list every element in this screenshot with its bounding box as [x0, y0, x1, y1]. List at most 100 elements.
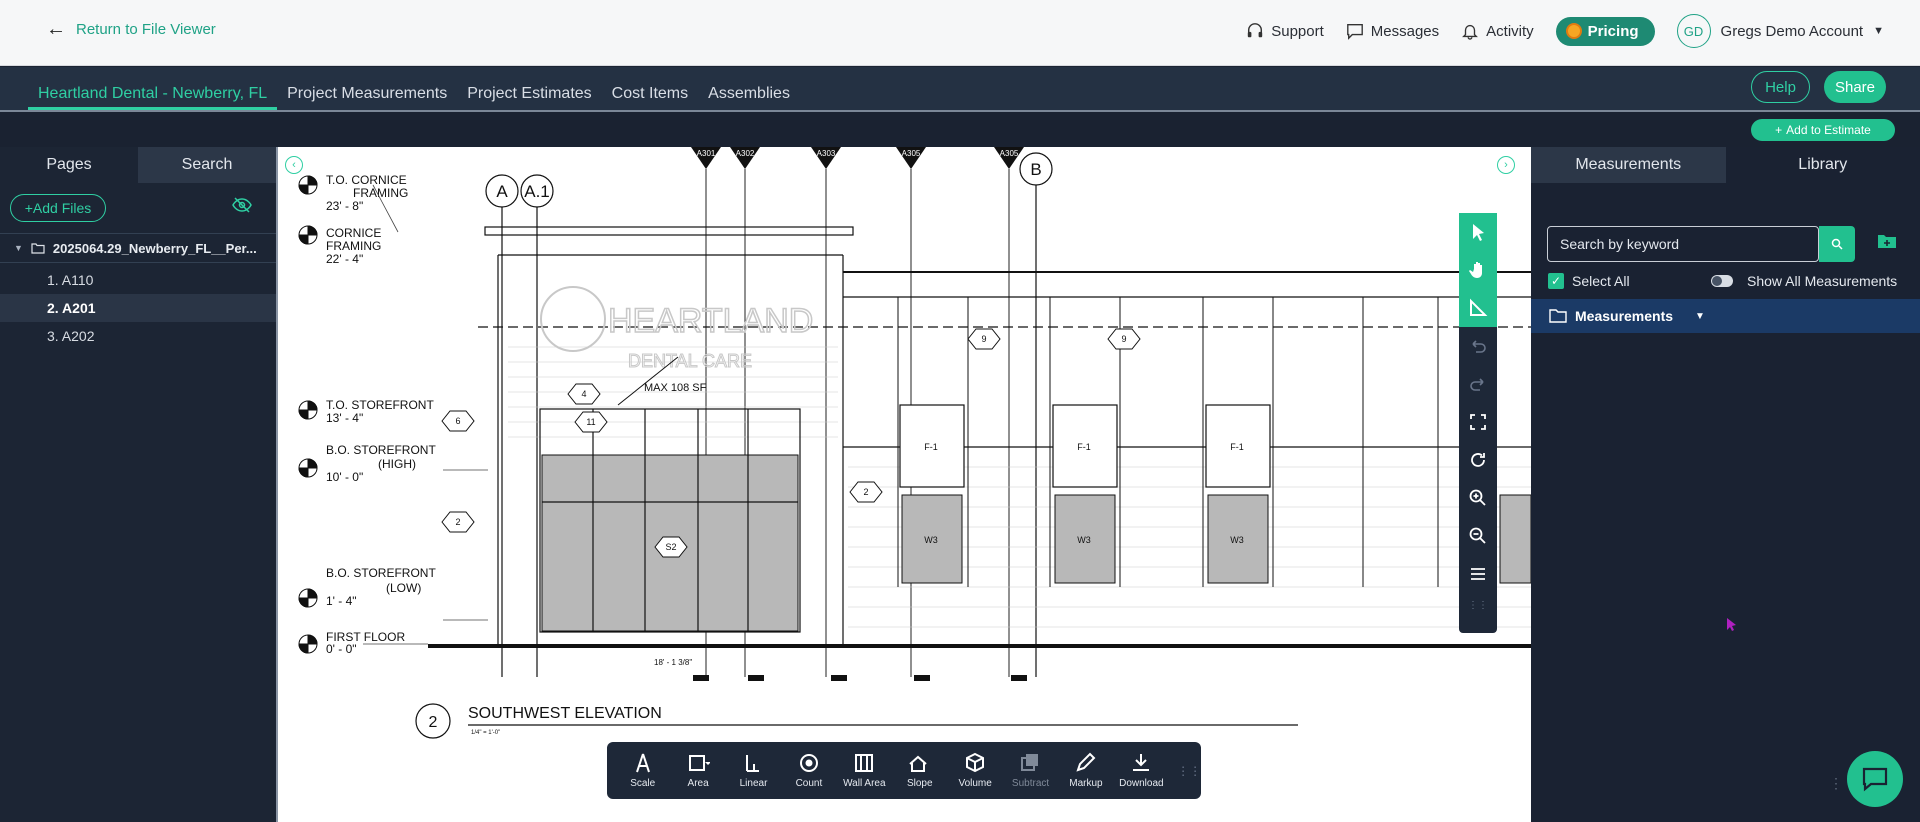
pricing-button[interactable]: Pricing: [1555, 16, 1655, 46]
account-menu[interactable]: GD Gregs Demo Account ▼: [1676, 14, 1884, 48]
secondary-bar: + Add to Estimate: [0, 110, 1920, 147]
pricing-label: Pricing: [1587, 22, 1639, 40]
collapse-left-icon[interactable]: ‹: [285, 156, 303, 174]
file-folder-row[interactable]: ▼ 2025064.29_Newberry_FL__Per...: [0, 233, 276, 263]
messages-link[interactable]: Messages: [1346, 22, 1439, 40]
page-item-a201[interactable]: 2. A201: [0, 294, 276, 322]
fullscreen-icon: [1470, 414, 1486, 430]
svg-text:4: 4: [581, 389, 586, 399]
measurements-panel: Measurements Library Search by keyword ✓…: [1531, 147, 1920, 822]
tab-assemblies[interactable]: Assemblies: [698, 67, 800, 110]
svg-text:6: 6: [455, 416, 460, 426]
svg-text:F-1: F-1: [1077, 442, 1091, 452]
layers-button[interactable]: [1459, 555, 1497, 593]
scale-tool-button[interactable]: [1459, 289, 1497, 327]
svg-text:W3: W3: [924, 535, 938, 545]
volume-tool[interactable]: Volume: [947, 752, 1002, 789]
show-all-label: Show All Measurements: [1747, 273, 1898, 289]
select-all-checkbox[interactable]: ✓ Select All: [1548, 273, 1630, 289]
account-name: Gregs Demo Account: [1720, 22, 1864, 40]
support-link[interactable]: Support: [1246, 22, 1324, 40]
scale-tool[interactable]: Scale: [615, 752, 670, 789]
rotate-button[interactable]: [1459, 441, 1497, 479]
undo-button[interactable]: [1459, 327, 1497, 365]
tab-search[interactable]: Search: [138, 147, 276, 183]
collapse-right-icon[interactable]: ›: [1497, 156, 1515, 174]
drag-handle[interactable]: ⋮⋮: [1459, 593, 1497, 617]
markup-tool[interactable]: Markup: [1058, 752, 1113, 789]
drawing-title: SOUTHWEST ELEVATION: [468, 705, 662, 722]
count-icon: [799, 754, 818, 772]
signage-area-note: MAX 108 SF: [644, 382, 707, 394]
return-label: Return to File Viewer: [76, 20, 216, 38]
add-folder-icon[interactable]: [1877, 233, 1897, 254]
wall-area-icon: [855, 754, 874, 772]
signage-line-1: HEARTLAND: [608, 302, 813, 340]
show-all-toggle[interactable]: Show All Measurements: [1711, 273, 1897, 289]
level-name-2: (HIGH): [378, 457, 416, 471]
grid-label-b: B: [1030, 160, 1041, 179]
volume-icon: [966, 752, 985, 773]
tab-library[interactable]: Library: [1726, 147, 1920, 183]
tab-pages[interactable]: Pages: [0, 147, 138, 183]
toggle-switch[interactable]: [1711, 275, 1733, 287]
level-name-2: (LOW): [386, 581, 421, 595]
level-elev: 22' - 4": [326, 252, 363, 266]
drawing-number: 2: [429, 714, 438, 731]
level-elev: 13' - 4": [326, 411, 363, 425]
share-button[interactable]: Share: [1824, 71, 1886, 103]
tab-cost-items[interactable]: Cost Items: [602, 67, 698, 110]
toolbar-grip-icon[interactable]: ⋮⋮: [1177, 764, 1201, 778]
tab-project-estimates[interactable]: Project Estimates: [457, 67, 601, 110]
grid-label-a: A: [496, 182, 508, 201]
drawing-viewer[interactable]: T.O. CORNICE FRAMING 23' - 8" CORNICE FR…: [276, 147, 1531, 822]
measurements-folder-row[interactable]: Measurements ▼: [1531, 299, 1920, 333]
redo-button[interactable]: [1459, 365, 1497, 403]
linear-icon: [745, 755, 759, 772]
folder-icon: [31, 243, 45, 254]
fullscreen-button[interactable]: [1459, 403, 1497, 441]
count-tool[interactable]: Count: [781, 752, 836, 789]
linear-tool[interactable]: Linear: [726, 752, 781, 789]
pan-tool-button[interactable]: [1459, 251, 1497, 289]
chat-button[interactable]: [1847, 751, 1903, 807]
svg-text:F-1: F-1: [924, 442, 938, 452]
support-label: Support: [1271, 22, 1324, 40]
messages-label: Messages: [1370, 22, 1440, 40]
download-tool[interactable]: Download: [1114, 752, 1169, 789]
add-to-estimate-button[interactable]: + Add to Estimate: [1751, 119, 1895, 141]
slope-icon: [909, 755, 927, 772]
level-name: T.O. STOREFRONT: [326, 398, 434, 412]
search-button[interactable]: [1819, 226, 1855, 262]
select-tool-button[interactable]: [1459, 213, 1497, 251]
tab-measurements[interactable]: Measurements: [1531, 147, 1726, 183]
tab-project-measurements[interactable]: Project Measurements: [277, 67, 457, 110]
slope-tool[interactable]: Slope: [892, 752, 947, 789]
page-item-a110[interactable]: 1. A110: [0, 266, 276, 294]
search-input[interactable]: Search by keyword: [1547, 226, 1819, 262]
zoom-in-icon: [1469, 489, 1486, 506]
zoom-in-button[interactable]: [1459, 479, 1497, 517]
mouse-cursor-icon: [1726, 617, 1738, 636]
level-name: CORNICE: [326, 226, 381, 240]
page-item-a202[interactable]: 3. A202: [0, 322, 276, 350]
area-tool[interactable]: Area: [670, 752, 725, 789]
tab-project-name[interactable]: Heartland Dental - Newberry, FL: [28, 67, 278, 110]
tool-label: Markup: [1069, 778, 1103, 789]
return-to-file-viewer-link[interactable]: ← Return to File Viewer: [46, 19, 216, 39]
section-label: A305: [1000, 149, 1019, 158]
level-name: B.O. STOREFRONT: [326, 443, 436, 457]
pages-panel: Pages Search +Add Files ▼ 2025064.29_New…: [0, 147, 276, 822]
svg-text:F-1: F-1: [1230, 442, 1244, 452]
help-button[interactable]: Help: [1751, 71, 1810, 103]
tool-label: Download: [1119, 778, 1164, 789]
redo-icon: [1470, 378, 1484, 391]
activity-link[interactable]: Activity: [1461, 22, 1534, 40]
wall-area-tool[interactable]: Wall Area: [837, 752, 892, 789]
add-files-button[interactable]: +Add Files: [10, 194, 106, 222]
caret-down-icon: ▼: [1695, 310, 1705, 322]
elevation-drawing: T.O. CORNICE FRAMING 23' - 8" CORNICE FR…: [298, 147, 1531, 739]
subtract-tool[interactable]: Subtract: [1003, 752, 1058, 789]
zoom-out-button[interactable]: [1459, 517, 1497, 555]
eye-off-icon[interactable]: [232, 197, 252, 218]
